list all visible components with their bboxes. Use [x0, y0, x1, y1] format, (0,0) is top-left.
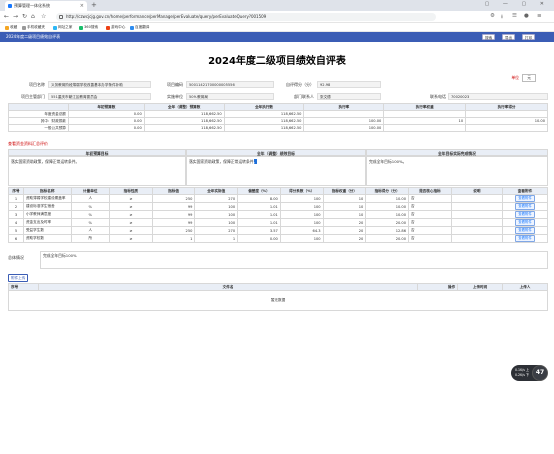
- bookmark-item[interactable]: 游戏中心: [106, 23, 125, 32]
- globe-icon: [53, 25, 57, 30]
- bookmark-item[interactable]: 手机收藏夹: [22, 23, 45, 32]
- unit-select[interactable]: 元: [522, 74, 536, 82]
- browser-tab-bar: 预算管理一体化系统 × + ▢ — ▢ ✕: [0, 0, 554, 11]
- export-button[interactable]: 导出: [502, 34, 516, 40]
- adjusted-goal-header: 全年（调整）绩效目标: [186, 149, 366, 156]
- dept-label: 项目主管部门: [21, 94, 45, 99]
- profile-icon[interactable]: ●: [524, 13, 529, 19]
- back-icon[interactable]: ←: [4, 13, 9, 20]
- annual-goal-header: 年初预算目标: [8, 149, 186, 156]
- table-header: 序号 指标名称 计量单位 指标性质 指标值 全年实际值 偏差度（%） 得分系数（…: [8, 187, 549, 195]
- network-speed-widget[interactable]: 0.1K/s 上 0.2K/s 下 47: [511, 365, 548, 381]
- search-button[interactable]: 搜索: [482, 34, 496, 40]
- close-tab-icon[interactable]: ×: [80, 1, 84, 11]
- home-icon[interactable]: ⌂: [31, 13, 35, 20]
- table-row: 年度资金总额 0.00 118,662.50 118,662.50: [8, 110, 548, 118]
- view-attachment-button[interactable]: 查看附件: [515, 211, 535, 218]
- project-name-label: 项目名称: [29, 82, 45, 87]
- project-name-value: 义务教育阶段薄弱学校改善基本办学条件补助: [48, 81, 151, 88]
- tab-title: 预算管理一体化系统: [14, 3, 50, 8]
- page-title: 2024年度二级项目绩效自评表: [208, 56, 346, 67]
- extensions-icon[interactable]: ⚙: [490, 13, 495, 19]
- table-row: 1 资助薄弱学校建设覆盖率人 ≥250 270 8.00 100 10 10.00 否查看附件: [8, 194, 549, 203]
- translate-icon: [130, 25, 134, 30]
- dept-value: 551重庆市綦江区教育委员会: [48, 93, 151, 100]
- app-header: 2024年度二级项目绩效自评表 搜索 导出 打印: [0, 32, 554, 42]
- funds-table: 年初预算数 全年（调整）预算数 全年执行数 执行率 执行率权重 执行率得分 年度…: [8, 103, 548, 132]
- phone-label: 联系电话: [430, 94, 446, 99]
- project-code-value: 50011421700000005556: [186, 81, 274, 88]
- speed-value: 47: [532, 365, 548, 381]
- summary-text: 完成全年目标100%: [40, 251, 548, 269]
- table-row: 4 资金支出及时率% ≥99 100 1.01 100 20 20.00 否查看附件: [8, 218, 549, 227]
- achieved-goal-header: 全年目标实际完成情况: [366, 149, 548, 156]
- self-score-value: 92.98: [317, 81, 381, 88]
- achieved-goal-text: 完成全年目标100%。: [366, 156, 548, 186]
- forward-icon[interactable]: →: [13, 13, 18, 20]
- table-header: 序号 文件名 操作 上传时间 上传人: [8, 283, 548, 291]
- bookmarks-bar: 收藏 手机收藏夹 网址之家 360搜索 游戏中心 百度翻译: [0, 23, 554, 32]
- bookmark-item[interactable]: 收藏: [5, 23, 17, 32]
- table-header: 年初预算数 全年（调整）预算数 全年执行数 执行率 执行率权重 执行率得分: [8, 103, 548, 111]
- table-row: 一般公共预算 0.00 118,662.50 118,662.50 100.00: [8, 124, 548, 132]
- view-attachment-button[interactable]: 查看附件: [515, 195, 535, 202]
- goals-section-link[interactable]: 查看资金资料汇总评价: [8, 141, 48, 147]
- annual-goal-text: 落实国家资助政策，保障正常运转条件。: [8, 156, 186, 186]
- view-attachment-button[interactable]: 查看附件: [515, 219, 535, 226]
- download-icon[interactable]: ⭳: [501, 13, 503, 22]
- view-attachment-button[interactable]: 查看附件: [515, 203, 535, 210]
- contact-label: 部门联系人: [294, 94, 314, 99]
- bookmarks-icon[interactable]: ☰: [512, 13, 517, 19]
- bookmark-item[interactable]: 百度翻译: [130, 23, 149, 32]
- attachments-table: 序号 文件名 操作 上传时间 上传人 暂无数据: [8, 283, 548, 311]
- bookmark-item[interactable]: 网址之家: [53, 23, 72, 32]
- search-icon: [79, 25, 83, 30]
- indicators-table: 序号 指标名称 计量单位 指标性质 指标值 全年实际值 偏差度（%） 得分系数（…: [8, 187, 549, 243]
- url-text: http://czwcjcjg.gov.cn/home/performance/…: [66, 14, 267, 19]
- adjusted-goal-text[interactable]: 落实国家资助政策，保障正常运转条件。: [186, 156, 366, 186]
- download-speed: 0.2K/s 下: [515, 373, 530, 377]
- table-row: 暂无数据: [8, 290, 548, 311]
- project-code-label: 项目编码: [167, 82, 183, 87]
- bookmark-item[interactable]: 360搜索: [79, 23, 98, 32]
- unit-selector: 单位 元: [511, 74, 536, 82]
- empty-state: 暂无数据: [8, 290, 548, 311]
- folder-icon: [22, 25, 26, 30]
- table-row: 6 资助学校数所 ≥1 1 0.00 100 20 20.00 否查看附件: [8, 234, 549, 243]
- impl-label: 实施单位: [167, 94, 183, 99]
- contact-value: 张文德: [317, 93, 381, 100]
- view-attachment-button[interactable]: 查看附件: [515, 227, 535, 234]
- new-tab-icon[interactable]: +: [91, 1, 97, 9]
- view-attachment-button[interactable]: 查看附件: [515, 235, 535, 242]
- main-content: 2024年度二级项目绩效自评表 单位 元 项目名称 义务教育阶段薄弱学校改善基本…: [0, 42, 554, 454]
- summary-label: 总体情况: [8, 255, 24, 260]
- tab-favicon-icon: [8, 4, 12, 8]
- table-row: 2 建设标准学生宿舍% ≥99 100 1.01 100 10 10.00 否查看附件: [8, 202, 549, 211]
- lock-icon: [59, 15, 63, 19]
- upload-speed: 0.1K/s 上: [515, 368, 530, 372]
- star-icon[interactable]: ☆: [41, 13, 46, 20]
- star-icon: [5, 25, 9, 30]
- upload-attachment-button[interactable]: 附件上传: [8, 274, 29, 282]
- url-input[interactable]: http://czwcjcjg.gov.cn/home/performance/…: [56, 13, 436, 21]
- browser-tab[interactable]: 预算管理一体化系统 ×: [5, 1, 87, 11]
- table-row: 3 小学教师满意度% ≥99 100 1.01 100 10 10.00 否查看附件: [8, 210, 549, 219]
- game-icon: [106, 25, 110, 30]
- breadcrumb: 2024年度二级项目绩效自评表: [6, 34, 61, 39]
- window-controls[interactable]: ▢ — ▢ ✕: [485, 1, 550, 7]
- menu-icon[interactable]: ≡: [537, 13, 542, 19]
- address-bar-row: ← → ↻ ⌂ ☆ http://czwcjcjg.gov.cn/home/pe…: [0, 11, 554, 23]
- print-button[interactable]: 打印: [522, 34, 536, 40]
- table-row: 其中：财政拨款 0.00 118,662.50 118,662.50 100.00 10 1…: [8, 117, 548, 125]
- self-score-label: 自评得分（分）: [286, 82, 314, 87]
- table-row: 5 受益学生数人 ≥250 270 3.57 64.3 20 12.86 否查看附件: [8, 226, 549, 235]
- refresh-icon[interactable]: ↻: [22, 13, 27, 20]
- impl-value: 509-教育局: [186, 93, 274, 100]
- phone-value: 70020023: [448, 93, 548, 100]
